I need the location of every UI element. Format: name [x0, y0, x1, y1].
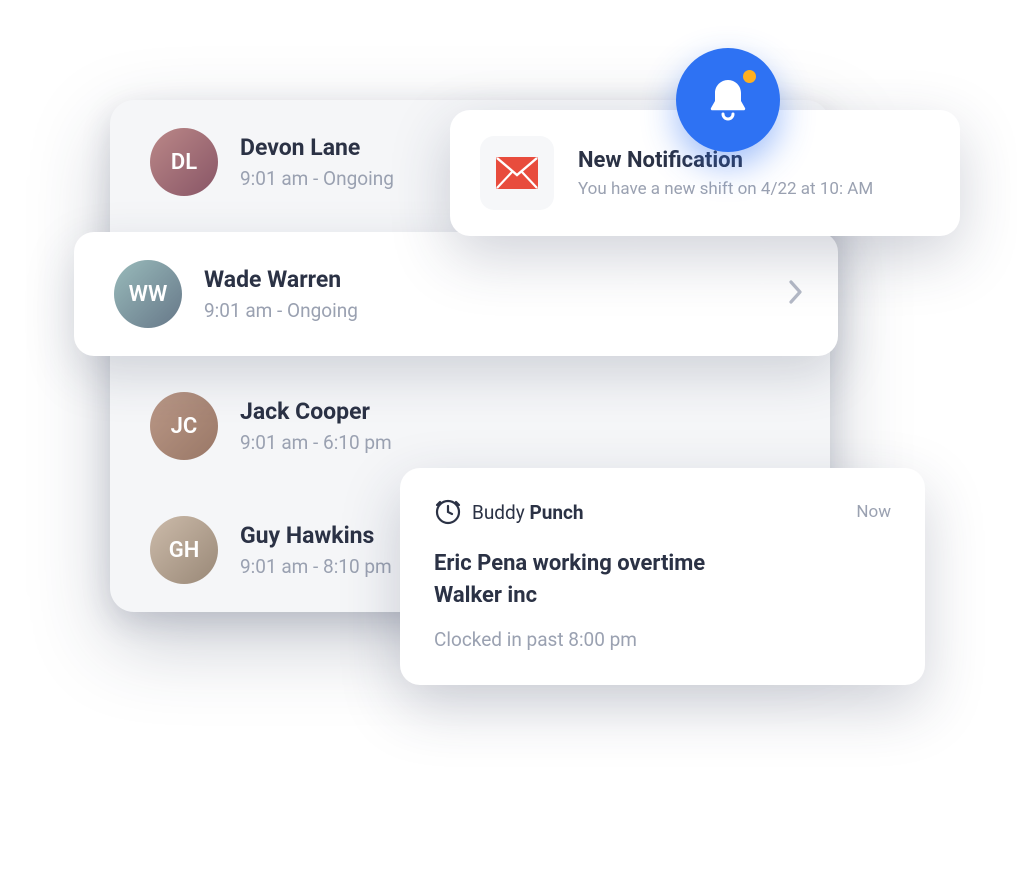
avatar: WW: [114, 260, 182, 328]
notification-dot: [743, 70, 756, 83]
employee-name: Wade Warren: [204, 266, 766, 293]
avatar: JC: [150, 392, 218, 460]
clock-icon: [434, 498, 462, 526]
chevron-right-icon: [788, 279, 804, 309]
notification-body: You have a new shift on 4/22 at 10: AM: [578, 179, 873, 199]
employee-time: 9:01 am - 6:10 pm: [240, 431, 790, 454]
overtime-toast[interactable]: Buddy Punch Now Eric Pena working overti…: [400, 468, 925, 685]
toast-detail: Clocked in past 8:00 pm: [434, 628, 891, 651]
avatar: DL: [150, 128, 218, 196]
brand-name-light: Buddy: [472, 501, 525, 524]
avatar: GH: [150, 516, 218, 584]
employee-name: Jack Cooper: [240, 398, 790, 425]
employee-time: 9:01 am - Ongoing: [204, 299, 766, 322]
notification-bell-button[interactable]: [676, 48, 780, 152]
mail-icon: [480, 136, 554, 210]
list-item-selected[interactable]: WW Wade Warren 9:01 am - Ongoing: [74, 232, 838, 356]
brand: Buddy Punch: [434, 498, 584, 526]
bell-icon: [706, 76, 750, 124]
brand-name-bold: Punch: [529, 501, 583, 524]
toast-timestamp: Now: [856, 502, 891, 522]
toast-message: Eric Pena working overtime Walker inc: [434, 548, 891, 612]
